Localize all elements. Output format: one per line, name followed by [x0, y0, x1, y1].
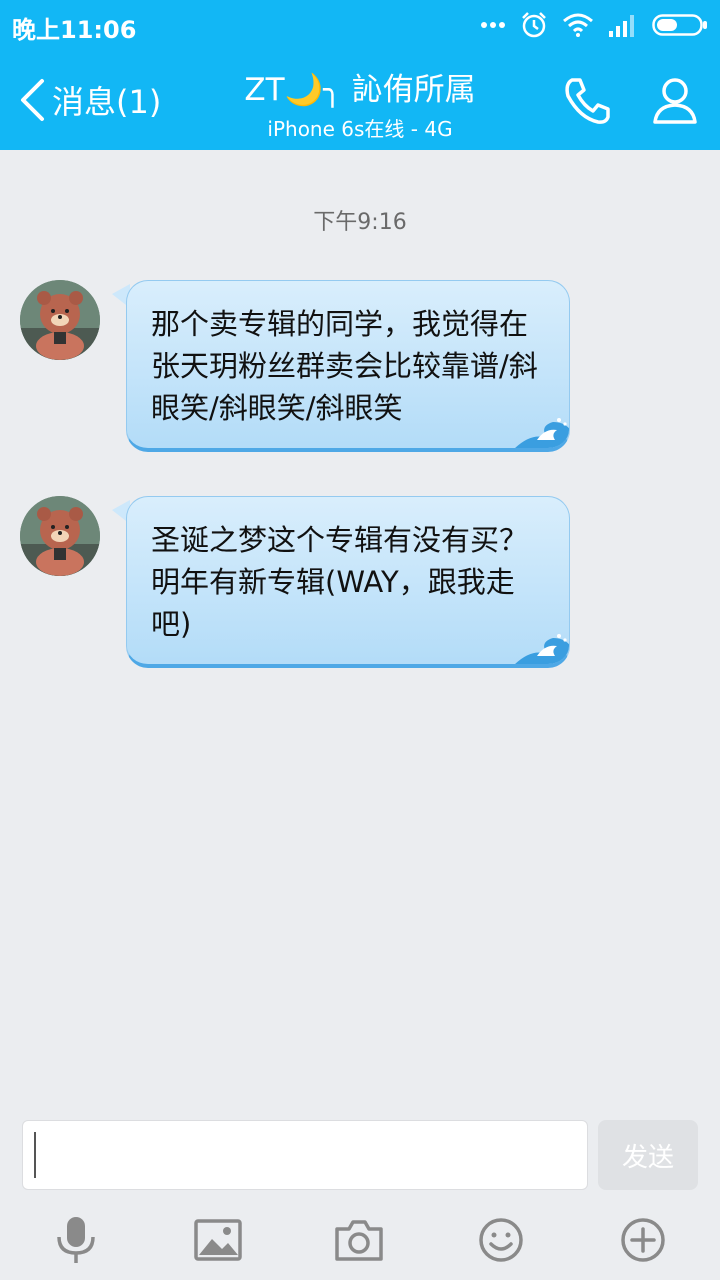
message-input-bar: 发送 [0, 1110, 720, 1200]
text-cursor [34, 1132, 36, 1178]
bear-avatar-icon [20, 496, 100, 576]
message-item: 圣诞之梦这个专辑有没有买？明年有新专辑(WAY，跟我走吧) [0, 496, 720, 668]
back-label: 消息(1) [52, 83, 162, 121]
emoji-icon [479, 1218, 523, 1262]
camera-button[interactable] [331, 1212, 387, 1268]
message-input[interactable] [22, 1120, 588, 1190]
send-button[interactable]: 发送 [598, 1120, 698, 1190]
contact-profile-button[interactable] [648, 74, 702, 128]
plus-icon [621, 1218, 665, 1262]
status-time: 晚上11:06 [12, 16, 137, 44]
message-item: 那个卖专辑的同学，我觉得在张天玥粉丝群卖会比较靠谱/斜眼笑/斜眼笑/斜眼笑 [0, 280, 720, 452]
emoji-button[interactable] [473, 1212, 529, 1268]
chat-nav-bar: 消息(1) ZT🌙╮ 訫侑所属 iPhone 6s在线 - 4G [0, 50, 720, 150]
profile-icon [653, 78, 697, 124]
microphone-icon [57, 1217, 95, 1263]
camera-icon [335, 1220, 383, 1261]
message-bubble[interactable]: 那个卖专辑的同学，我觉得在张天玥粉丝群卖会比较靠谱/斜眼笑/斜眼笑/斜眼笑 [126, 280, 570, 452]
message-text: 圣诞之梦这个专辑有没有买？明年有新专辑(WAY，跟我走吧) [151, 523, 529, 641]
avatar[interactable] [20, 496, 100, 576]
battery-icon [652, 14, 707, 36]
status-icons [480, 8, 708, 42]
more-dots-icon [481, 22, 505, 28]
alarm-icon [522, 12, 546, 38]
contact-name: ZT🌙╮ 訫侑所属 [244, 72, 476, 108]
status-bar: 晚上11:06 [0, 0, 720, 50]
image-icon [194, 1219, 242, 1261]
input-toolbar [0, 1200, 720, 1280]
top-header: 晚上11:06 消息(1) ZT🌙╮ 訫侑所属 iPhone 6s在线 - 4G [0, 0, 720, 150]
phone-icon [565, 78, 610, 124]
voice-call-button[interactable] [560, 74, 614, 128]
message-timestamp: 下午9:16 [313, 210, 407, 235]
wifi-icon [563, 13, 593, 37]
message-bubble[interactable]: 圣诞之梦这个专辑有没有买？明年有新专辑(WAY，跟我走吧) [126, 496, 570, 668]
more-options-button[interactable] [615, 1212, 671, 1268]
signal-icon [609, 15, 634, 37]
back-chevron-icon [21, 79, 44, 121]
chat-title-block[interactable]: ZT🌙╮ 訫侑所属 iPhone 6s在线 - 4G [200, 64, 520, 142]
bear-avatar-icon [20, 280, 100, 360]
message-text: 那个卖专辑的同学，我觉得在张天玥粉丝群卖会比较靠谱/斜眼笑/斜眼笑/斜眼笑 [151, 307, 538, 425]
contact-status: iPhone 6s在线 - 4G [267, 117, 453, 141]
avatar[interactable] [20, 280, 100, 360]
back-button[interactable]: 消息(1) [18, 74, 161, 126]
chat-area[interactable]: 下午9:16 那个卖专辑的同学，我觉得在张天玥粉丝群卖会比较靠谱/斜眼笑/斜眼笑… [0, 150, 720, 1110]
photo-album-button[interactable] [190, 1212, 246, 1268]
voice-input-button[interactable] [48, 1212, 104, 1268]
